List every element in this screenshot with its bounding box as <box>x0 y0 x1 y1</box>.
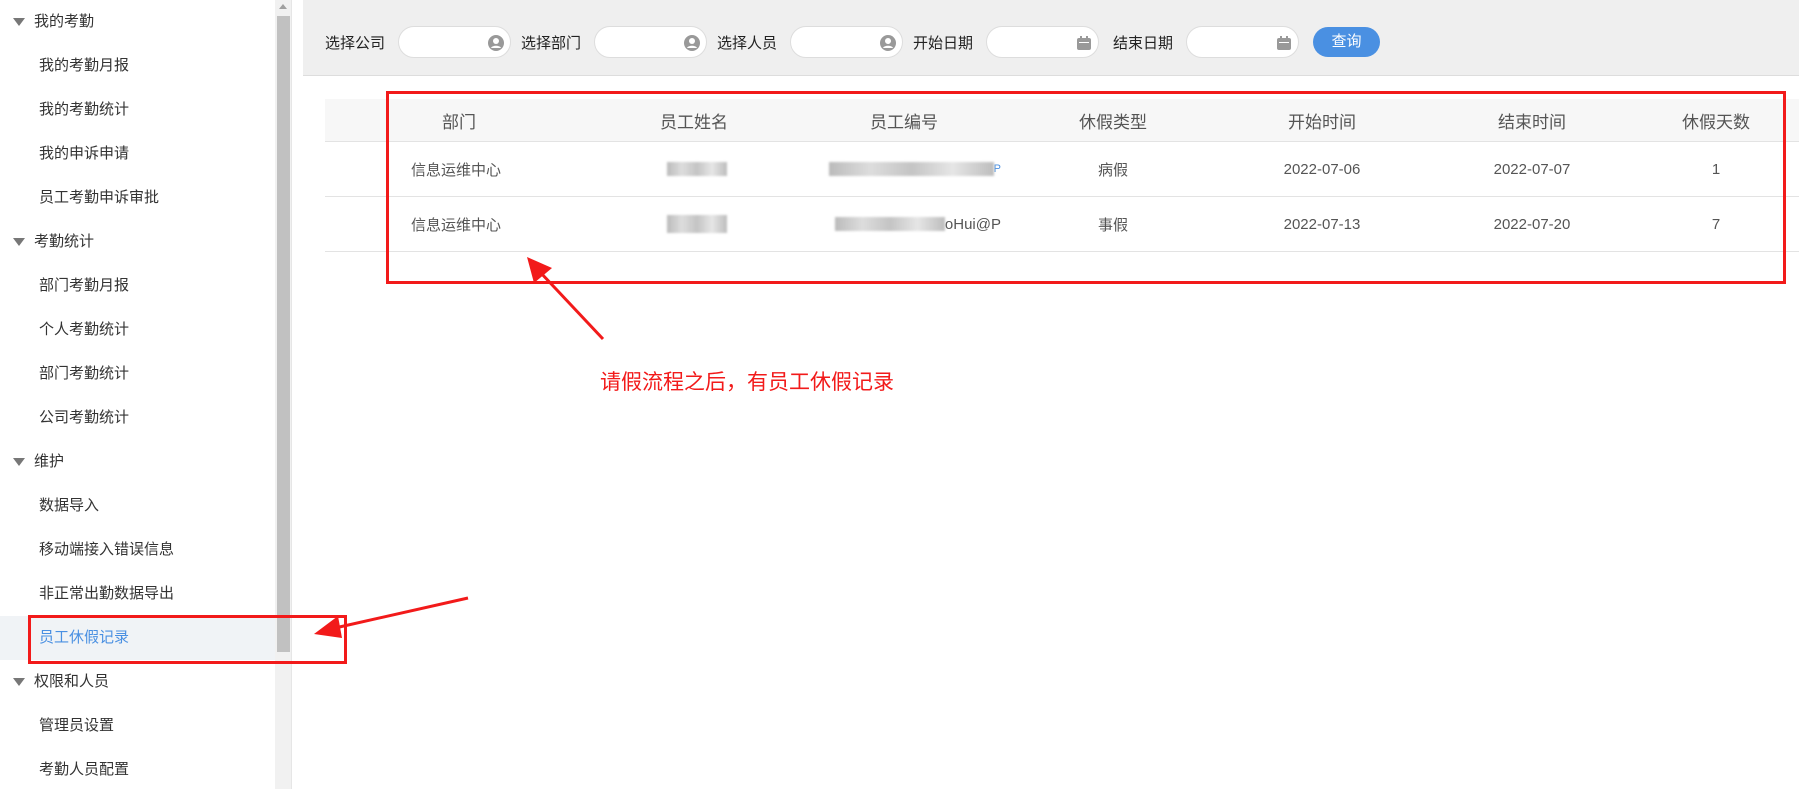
caret-down-icon <box>13 238 25 247</box>
sidebar-item-my-stats[interactable]: 我的考勤统计 <box>0 88 275 132</box>
end-date-label: 结束日期 <box>1113 35 1174 52</box>
sidebar-item-mobile-errors[interactable]: 移动端接入错误信息 <box>0 528 275 572</box>
annotation-highlight-sidebar <box>28 615 347 664</box>
sidebar-item-company-stats[interactable]: 公司考勤统计 <box>0 396 275 440</box>
person-select[interactable] <box>790 26 903 58</box>
user-icon <box>488 35 504 51</box>
scrollbar-thumb[interactable] <box>277 16 290 652</box>
start-date-input[interactable] <box>986 26 1099 58</box>
company-label: 选择公司 <box>325 35 386 52</box>
caret-down-icon <box>13 18 25 27</box>
sidebar-item-staff-config[interactable]: 考勤人员配置 <box>0 748 275 792</box>
start-date-label: 开始日期 <box>913 35 974 52</box>
person-label: 选择人员 <box>717 35 778 52</box>
scroll-up-icon[interactable] <box>279 4 287 9</box>
company-select[interactable] <box>398 26 511 58</box>
sidebar-group-attendance-stats[interactable]: 考勤统计 <box>0 220 275 264</box>
sidebar-item-label: 考勤统计 <box>34 233 95 250</box>
query-button[interactable]: 查询 <box>1313 27 1380 57</box>
calendar-icon <box>1277 36 1291 50</box>
caret-down-icon <box>13 458 25 467</box>
sidebar-group-permissions[interactable]: 权限和人员 <box>0 660 275 704</box>
annotation-note: 请假流程之后，有员工休假记录 <box>600 371 894 394</box>
annotation-highlight-table <box>386 91 1786 284</box>
sidebar-item-dept-stats[interactable]: 部门考勤统计 <box>0 352 275 396</box>
sidebar-item-my-monthly[interactable]: 我的考勤月报 <box>0 44 275 88</box>
user-icon <box>684 35 700 51</box>
dept-select[interactable] <box>594 26 707 58</box>
sidebar-item-abnormal-export[interactable]: 非正常出勤数据导出 <box>0 572 275 616</box>
dept-label: 选择部门 <box>521 35 582 52</box>
sidebar-item-label: 权限和人员 <box>34 673 110 690</box>
sidebar-scrollbar[interactable] <box>275 0 292 789</box>
sidebar-item-appeal-approval[interactable]: 员工考勤申诉审批 <box>0 176 275 220</box>
sidebar-item-label: 我的考勤 <box>34 13 95 30</box>
filter-bar: 选择公司 选择部门 选择人员 开始日期 结束日期 查询 <box>303 0 1799 76</box>
calendar-icon <box>1077 36 1091 50</box>
sidebar-group-maintenance[interactable]: 维护 <box>0 440 275 484</box>
sidebar-item-my-appeal[interactable]: 我的申诉申请 <box>0 132 275 176</box>
sidebar-group-my-attendance[interactable]: 我的考勤 <box>0 0 275 44</box>
sidebar-item-data-import[interactable]: 数据导入 <box>0 484 275 528</box>
sidebar-item-dept-monthly[interactable]: 部门考勤月报 <box>0 264 275 308</box>
user-icon <box>880 35 896 51</box>
sidebar-item-personal-stats[interactable]: 个人考勤统计 <box>0 308 275 352</box>
sidebar: 我的考勤 我的考勤月报 我的考勤统计 我的申诉申请 员工考勤申诉审批 考勤统计 … <box>0 0 275 789</box>
end-date-input[interactable] <box>1186 26 1299 58</box>
caret-down-icon <box>13 678 25 687</box>
sidebar-item-label: 维护 <box>34 453 65 470</box>
sidebar-item-admin-settings[interactable]: 管理员设置 <box>0 704 275 748</box>
